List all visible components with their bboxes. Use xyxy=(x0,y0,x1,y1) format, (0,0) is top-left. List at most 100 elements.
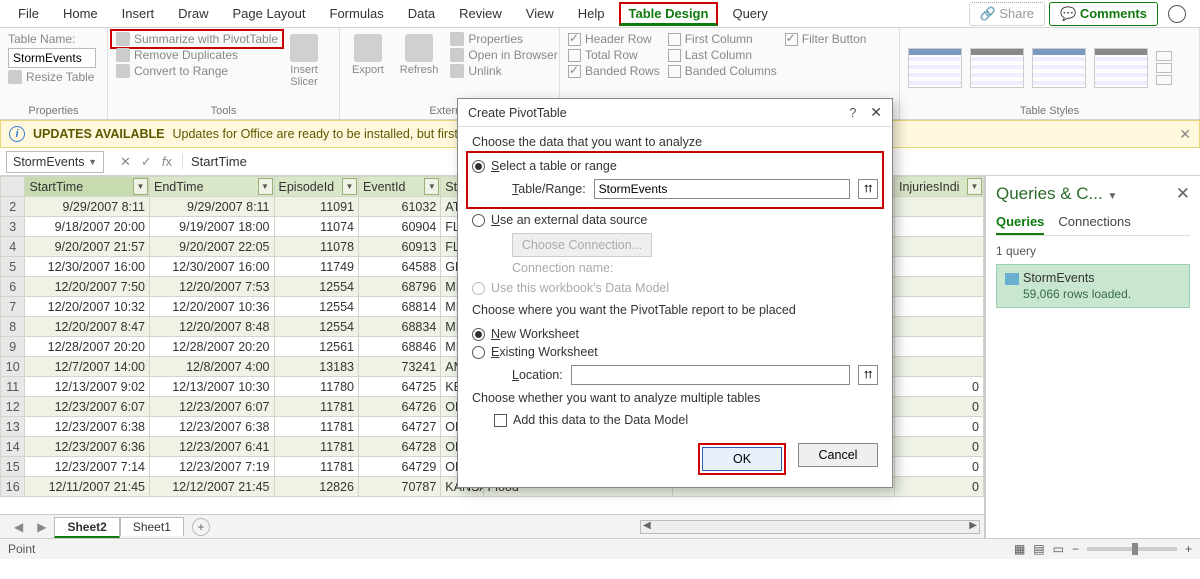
query-item[interactable]: StormEvents 59,066 rows loaded. xyxy=(996,264,1190,308)
unlink[interactable]: Unlink xyxy=(450,64,557,78)
filter-icon[interactable]: ▼ xyxy=(258,178,273,195)
filter-icon[interactable]: ▼ xyxy=(133,178,148,195)
refresh-button[interactable]: Refresh xyxy=(396,32,443,103)
ext-properties[interactable]: Properties xyxy=(450,32,557,46)
opt-filter-button[interactable]: Filter Button xyxy=(785,32,867,46)
dialog-close[interactable]: ✕ xyxy=(870,104,882,121)
queries-tabs: Queries Connections xyxy=(996,214,1190,236)
convert-to-range[interactable]: Convert to Range xyxy=(116,64,278,78)
menu-table-design[interactable]: Table Design xyxy=(619,2,719,26)
filter-icon[interactable]: ▼ xyxy=(342,178,357,195)
menu-help[interactable]: Help xyxy=(568,2,615,25)
export-button[interactable]: Export xyxy=(348,32,388,103)
horizontal-scrollbar[interactable] xyxy=(640,520,980,534)
dialog-titlebar[interactable]: Create PivotTable ? ✕ xyxy=(458,99,892,127)
status-mode: Point xyxy=(8,542,35,556)
menu-data[interactable]: Data xyxy=(398,2,445,25)
menu-query[interactable]: Query xyxy=(722,2,777,25)
add-sheet[interactable]: + xyxy=(192,518,210,536)
opt-total-row[interactable]: Total Row xyxy=(568,48,660,62)
view-normal-icon[interactable]: ▦ xyxy=(1014,542,1025,556)
queries-pane-close[interactable]: ✕ xyxy=(1176,184,1190,204)
opt-banded-rows[interactable]: Banded Rows xyxy=(568,64,660,78)
table-style-thumb[interactable] xyxy=(908,48,962,88)
menu-view[interactable]: View xyxy=(516,2,564,25)
sheet-nav-next[interactable]: ▶ xyxy=(31,520,52,534)
opt-last-col[interactable]: Last Column xyxy=(668,48,777,62)
sheet-tab[interactable]: Sheet1 xyxy=(120,517,184,536)
table-style-more[interactable] xyxy=(1156,51,1172,85)
view-page-icon[interactable]: ▤ xyxy=(1033,542,1044,556)
menu-formulas[interactable]: Formulas xyxy=(320,2,394,25)
table-range-input[interactable] xyxy=(594,179,850,199)
info-icon: i xyxy=(9,126,25,142)
fx-icon[interactable]: fx xyxy=(162,154,172,170)
queries-count: 1 query xyxy=(996,244,1190,258)
remove-duplicates[interactable]: Remove Duplicates xyxy=(116,48,278,62)
queries-tab[interactable]: Queries xyxy=(996,214,1044,235)
table-style-thumb[interactable] xyxy=(1094,48,1148,88)
menu-page-layout[interactable]: Page Layout xyxy=(223,2,316,25)
radio-select-range[interactable]: Select a table or range xyxy=(472,157,878,175)
queries-pane-title: Queries & C... ▼ xyxy=(996,184,1117,204)
summarize-pivottable[interactable]: Summarize with PivotTable xyxy=(110,29,284,49)
checkbox-add-data-model[interactable]: Add this data to the Data Model xyxy=(494,413,878,427)
cancel-button[interactable]: Cancel xyxy=(798,443,878,467)
range-picker-icon[interactable]: ⮅ xyxy=(858,179,878,199)
zoom-in[interactable]: + xyxy=(1185,542,1192,556)
queries-tab[interactable]: Connections xyxy=(1058,214,1130,235)
formula-bar-buttons: ✕ ✓ fx xyxy=(110,154,182,170)
view-break-icon[interactable]: ▭ xyxy=(1053,542,1064,556)
cancel-icon[interactable]: ✕ xyxy=(120,154,131,170)
table-style-thumb[interactable] xyxy=(970,48,1024,88)
group-label: Table Styles xyxy=(908,103,1191,117)
filter-icon[interactable]: ▼ xyxy=(967,178,982,195)
table-style-thumb[interactable] xyxy=(1032,48,1086,88)
group-label: Properties xyxy=(8,103,99,117)
sheet-nav-prev[interactable]: ◀ xyxy=(8,520,29,534)
radio-existing-worksheet[interactable]: Existing Worksheet xyxy=(472,343,878,361)
column-header[interactable]: EndTime▼ xyxy=(149,177,274,197)
opt-header-row[interactable]: Header Row xyxy=(568,32,660,46)
insert-slicer[interactable]: Insert Slicer xyxy=(286,32,322,103)
menu-review[interactable]: Review xyxy=(449,2,512,25)
zoom-out[interactable]: − xyxy=(1072,542,1079,556)
column-header[interactable]: EpisodeId▼ xyxy=(274,177,359,197)
updates-title: UPDATES AVAILABLE xyxy=(33,127,164,141)
menu-bar: FileHomeInsertDrawPage LayoutFormulasDat… xyxy=(0,0,1200,28)
ribbon-group-tools: Summarize with PivotTable Remove Duplica… xyxy=(108,28,340,119)
sheet-tab-bar: ◀ ▶ Sheet2Sheet1 + xyxy=(0,514,984,538)
enter-icon[interactable]: ✓ xyxy=(141,154,152,170)
table-name-input[interactable] xyxy=(8,48,96,68)
column-header[interactable]: InjuriesIndi▼ xyxy=(894,177,983,197)
radio-new-worksheet[interactable]: New Worksheet xyxy=(472,325,878,343)
column-header[interactable]: EventId▼ xyxy=(359,177,441,197)
ribbon-group-tablestyles: Table Styles xyxy=(900,28,1200,119)
dialog-help[interactable]: ? xyxy=(849,106,856,120)
menu-draw[interactable]: Draw xyxy=(168,2,218,25)
range-picker-icon[interactable]: ⮅ xyxy=(858,365,878,385)
menu-file[interactable]: File xyxy=(8,2,49,25)
name-box[interactable]: StormEvents▼ xyxy=(6,151,104,173)
comments-button[interactable]: 💬 Comments xyxy=(1049,2,1158,26)
share-button[interactable]: 🔗 Share xyxy=(969,2,1046,26)
sheet-tab[interactable]: Sheet2 xyxy=(54,517,119,538)
column-header[interactable]: StartTime▼ xyxy=(25,177,150,197)
radio-external-source[interactable]: Use an external data source xyxy=(472,211,878,229)
resize-table[interactable]: Resize Table xyxy=(8,70,96,84)
table-icon xyxy=(1005,273,1019,285)
ok-button[interactable]: OK xyxy=(702,447,782,471)
opt-banded-cols[interactable]: Banded Columns xyxy=(668,64,777,78)
updates-msg: Updates for Office are ready to be insta… xyxy=(172,127,457,141)
ribbon-group-properties: Table Name: Resize Table Properties xyxy=(0,28,108,119)
menu-insert[interactable]: Insert xyxy=(112,2,165,25)
zoom-slider[interactable] xyxy=(1087,547,1177,551)
open-in-browser[interactable]: Open in Browser xyxy=(450,48,557,62)
table-range-label: Table/Range: xyxy=(512,182,586,196)
updates-close[interactable]: ✕ xyxy=(1179,126,1191,143)
location-input[interactable] xyxy=(571,365,850,385)
menu-home[interactable]: Home xyxy=(53,2,108,25)
opt-first-col[interactable]: First Column xyxy=(668,32,777,46)
account-icon[interactable] xyxy=(1168,5,1186,23)
filter-icon[interactable]: ▼ xyxy=(424,178,439,195)
